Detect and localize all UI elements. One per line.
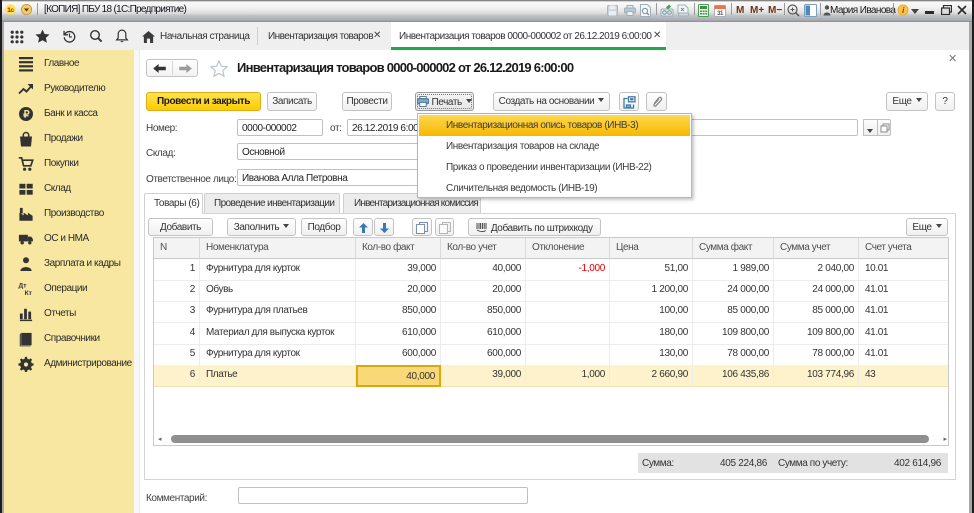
svg-text:Кт: Кт [25, 290, 33, 297]
svg-text:1с: 1с [7, 7, 14, 14]
svg-text:₽: ₽ [23, 110, 30, 121]
svg-text:Дт: Дт [19, 283, 28, 290]
